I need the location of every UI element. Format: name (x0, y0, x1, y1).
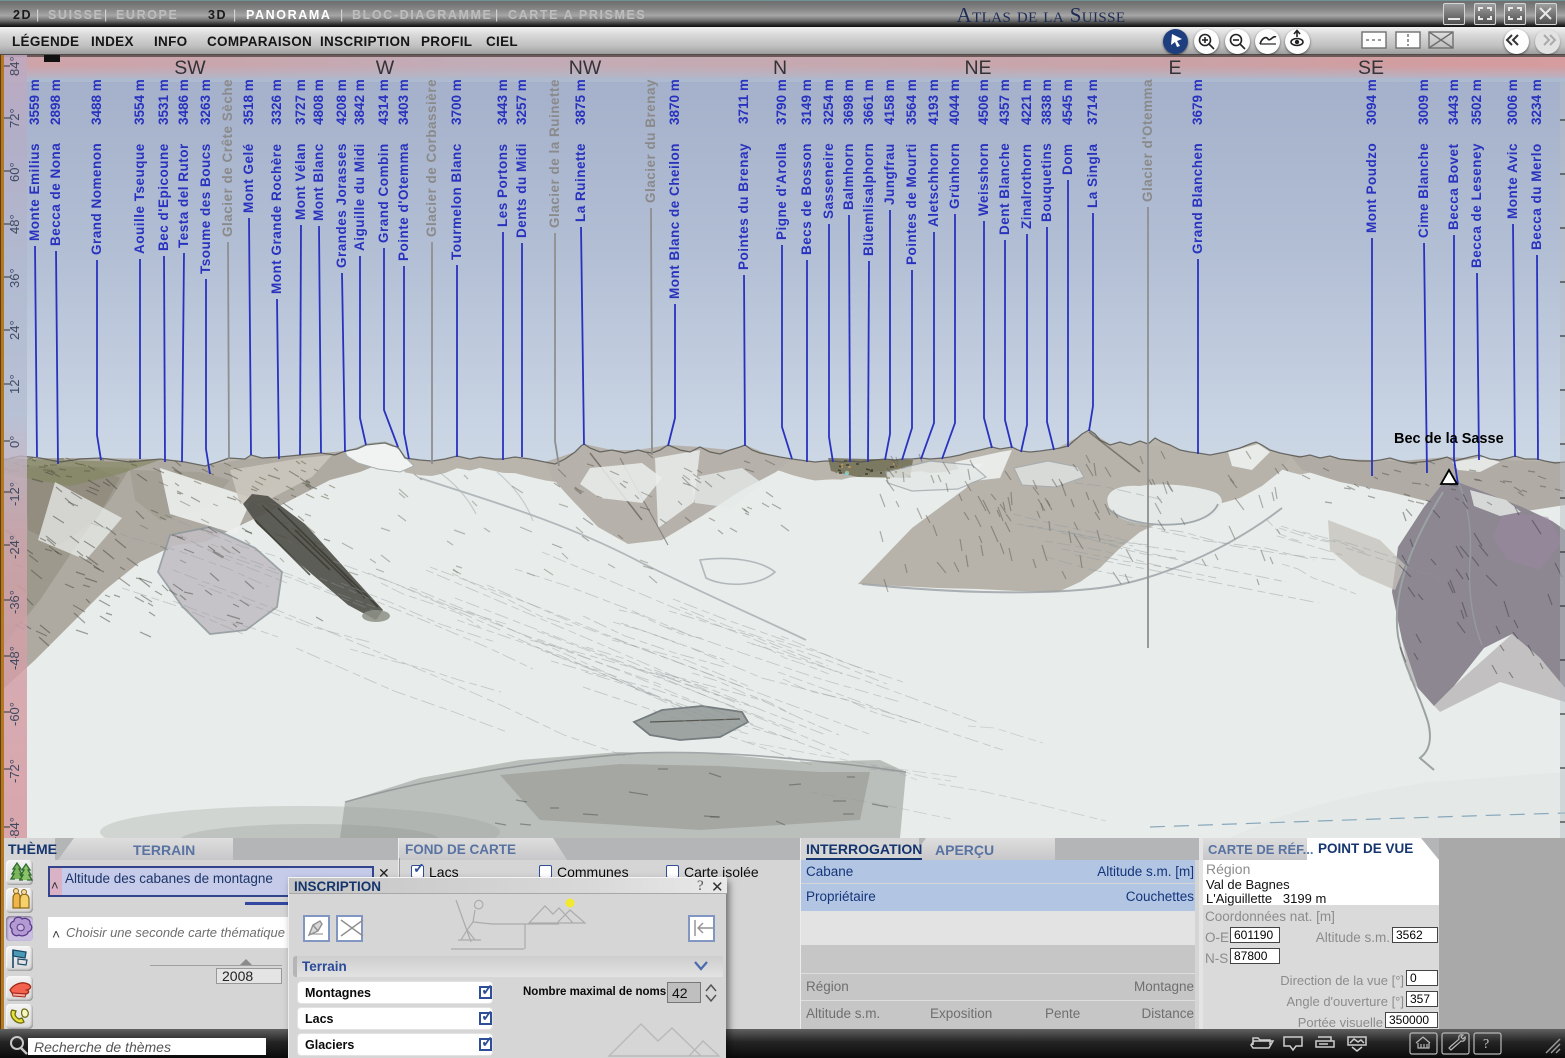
svg-text:?: ? (1483, 1037, 1489, 1052)
